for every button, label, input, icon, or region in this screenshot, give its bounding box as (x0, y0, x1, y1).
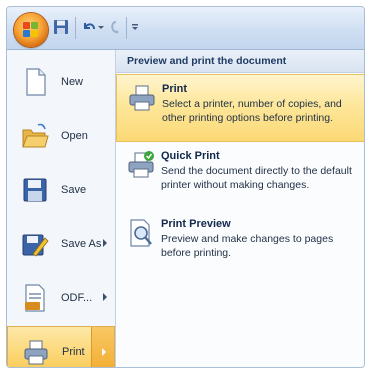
submenu-arrow-icon (102, 348, 106, 356)
menu-item-odf[interactable]: ODF... (7, 272, 115, 324)
toolbar-separator (126, 17, 127, 39)
submenu-arrow-icon (103, 239, 107, 247)
office-button[interactable] (14, 13, 48, 47)
undo-icon[interactable] (81, 19, 97, 35)
undo-dropdown-icon[interactable] (97, 19, 105, 35)
menu-item-label: New (61, 76, 84, 88)
submenu-item-title: Print (162, 83, 188, 95)
office-menu-window: New Open Save Save As ODF... Print Previ… (6, 6, 365, 368)
submenu-header: Preview and print the document (116, 50, 364, 73)
floppy-disk-icon (23, 178, 47, 202)
submenu-item-title: Quick Print (161, 150, 220, 162)
toolbar-separator (75, 17, 76, 39)
submenu-item-print[interactable]: Print Select a printer, number of copies… (116, 74, 364, 142)
menu-item-label: Save (61, 184, 87, 196)
printer-icon (24, 340, 48, 365)
menu-item-label: Save As (61, 238, 102, 250)
printer-icon (129, 85, 155, 111)
menu-item-label: Open (61, 130, 88, 142)
submenu-item-title: Print Preview (161, 218, 231, 230)
office-logo-icon (23, 22, 39, 38)
save-as-icon (22, 234, 49, 257)
submenu-arrow-icon (103, 293, 107, 301)
office-menu-commands: New Open Save Save As ODF... Print (7, 50, 116, 367)
print-preview-icon (130, 219, 152, 247)
menu-item-save-as[interactable]: Save As (7, 218, 115, 270)
submenu-item-description: Select a printer, number of copies, and … (162, 98, 342, 124)
menu-item-new[interactable]: New (7, 56, 115, 108)
submenu-item-quick-print[interactable]: Quick Print Send the document directly t… (116, 142, 364, 210)
menu-item-open[interactable]: Open (7, 110, 115, 162)
customize-toolbar-icon[interactable] (130, 19, 140, 35)
menu-item-print[interactable]: Print (7, 326, 115, 367)
menu-item-label: Print (62, 346, 85, 358)
redo-icon[interactable] (108, 19, 124, 35)
open-folder-icon (22, 123, 49, 148)
print-submenu-panel: Preview and print the document Print Sel… (116, 50, 364, 367)
quick-print-icon (128, 151, 154, 178)
menu-item-save[interactable]: Save (7, 164, 115, 216)
submenu-item-description: Preview and make changes to pages before… (161, 233, 334, 259)
submenu-item-description: Send the document directly to the defaul… (161, 165, 352, 191)
submenu-item-print-preview[interactable]: Print Preview Preview and make changes t… (116, 210, 364, 278)
save-icon[interactable] (53, 19, 69, 35)
menu-item-label: ODF... (61, 292, 93, 304)
new-document-icon (26, 68, 46, 96)
odf-document-icon (25, 284, 45, 312)
quick-access-toolbar (7, 7, 364, 50)
